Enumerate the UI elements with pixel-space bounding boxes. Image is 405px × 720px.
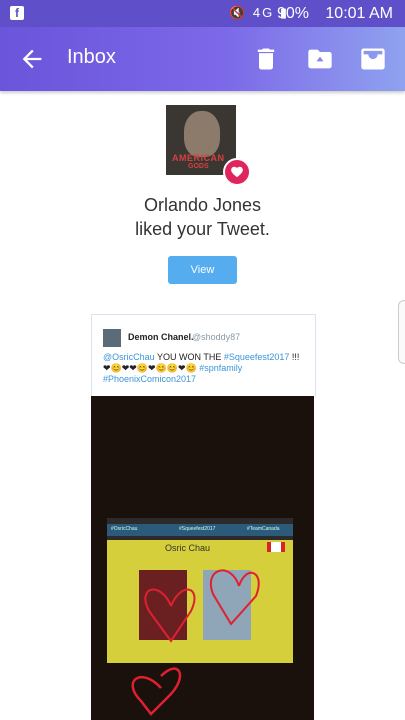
hashtag-link[interactable]: #Squeefest2017 [224,352,290,362]
move-to-folder-icon[interactable] [306,45,334,73]
tweet-exclaim: !!! [289,352,300,362]
heart-badge [223,158,251,186]
arrow-back-icon[interactable] [18,45,46,73]
battery-percent: 90% [276,5,309,22]
avatar-face [184,111,220,157]
liker-name: Orlando Jones [143,195,262,215]
archive-icon[interactable] [359,45,387,73]
tweet-author-handle: @shoddy87 [192,332,241,342]
page-title: Inbox [67,46,116,68]
tweet-text-part: YOU WON THE [154,352,224,362]
tweet-author-avatar [103,329,121,347]
notification-text: Orlando Jones liked your Tweet. [0,193,405,241]
hashtag-link[interactable]: #spnfamily [199,363,242,373]
avatar-text-top: AMERICAN [172,153,225,163]
view-button[interactable]: View [168,256,237,284]
edge-panel-handle[interactable] [398,300,405,364]
app-bar: Inbox [0,27,405,91]
hashtag-link[interactable]: #PhoenixComicon2017 [103,374,196,384]
action-text: liked your Tweet. [135,219,270,239]
clock: 10:01 AM [325,5,393,22]
tweet-photo[interactable]: #OsricChau #Squeefest2017 #TeamCanada Os… [91,396,314,720]
delete-icon[interactable] [252,45,280,73]
tweet-text: @OsricChau YOU WON THE #Squeefest2017 !!… [103,352,308,385]
tweet-author-name: Demon Chanel. [128,332,194,342]
drawn-hearts [131,569,260,716]
avatar-text-bottom: GODS [188,163,209,170]
emoji-row: ❤😊❤❤😊❤😊😊❤😊 [103,363,197,373]
status-bar: f 🔇 4G ▮ 90% 10:01 AM [0,0,405,27]
mention-link[interactable]: @OsricChau [103,352,155,362]
facebook-icon: f [10,6,24,20]
heart-icon [231,166,243,178]
tweet-card[interactable]: Demon Chanel. @shoddy87 @OsricChau YOU W… [91,314,316,397]
